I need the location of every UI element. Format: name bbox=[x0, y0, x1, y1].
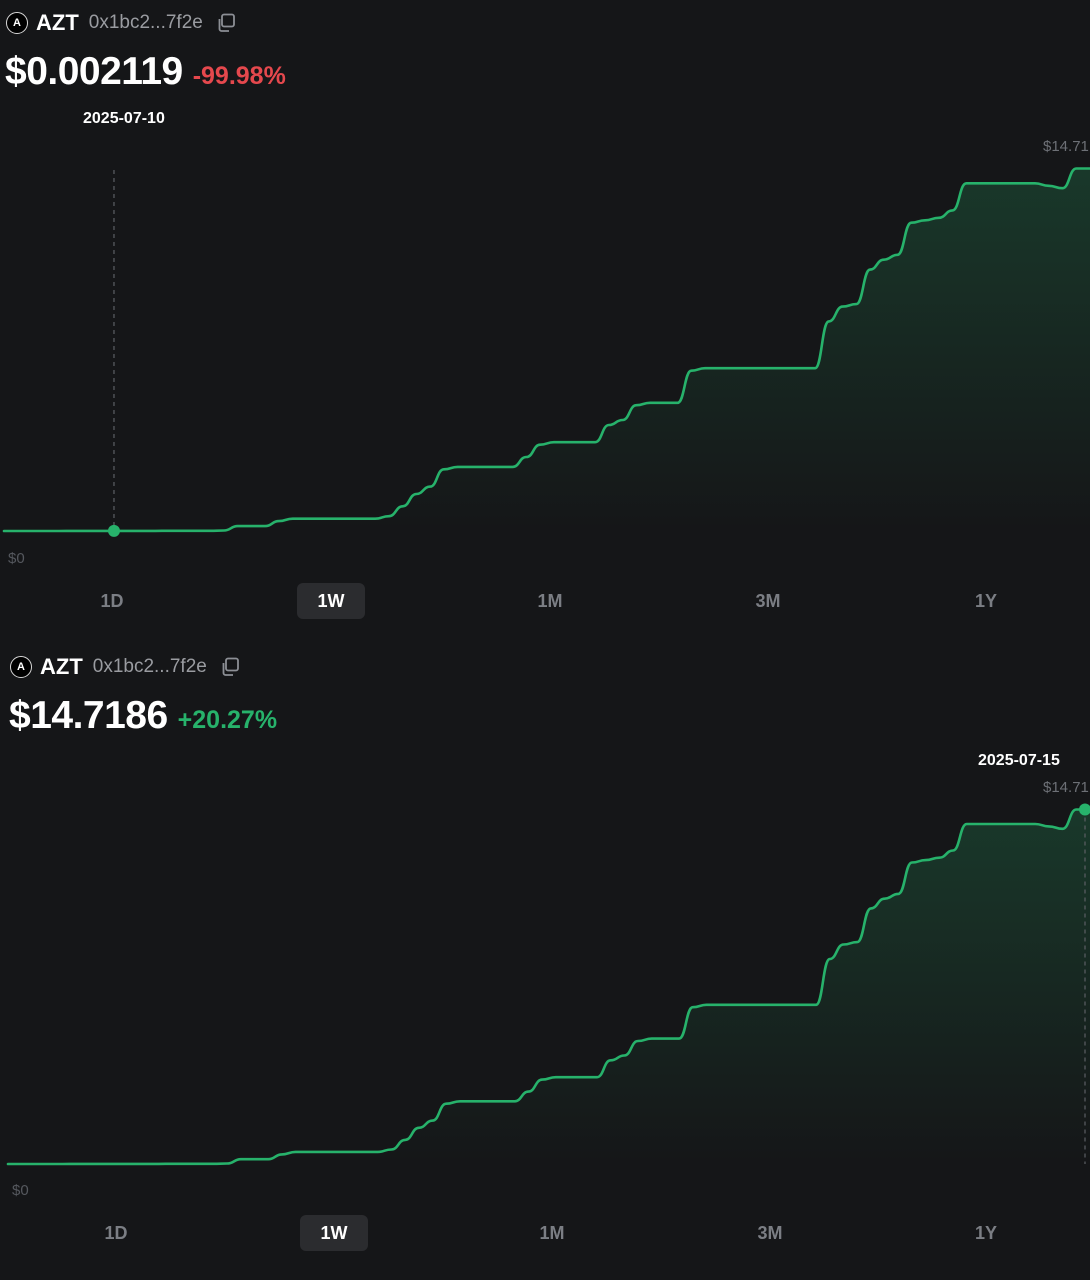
range-1d-button[interactable]: 1D bbox=[82, 1215, 150, 1251]
range-1m-button[interactable]: 1M bbox=[516, 583, 584, 619]
hover-point bbox=[107, 524, 120, 537]
range-1w-button[interactable]: 1W bbox=[297, 583, 365, 619]
price-chart-panel-1: A AZT 0x1bc2...7f2e $0.002119 -99.98% 20… bbox=[0, 0, 1090, 632]
chart-area bbox=[4, 168, 1090, 531]
range-1y-button[interactable]: 1Y bbox=[952, 583, 1020, 619]
range-selector: 1D 1W 1M 3M 1Y bbox=[0, 583, 1090, 619]
price-chart[interactable] bbox=[0, 642, 1090, 1280]
price-chart[interactable] bbox=[0, 0, 1090, 632]
range-1m-button[interactable]: 1M bbox=[518, 1215, 586, 1251]
range-3m-button[interactable]: 3M bbox=[736, 1215, 804, 1251]
price-chart-panel-2: A AZT 0x1bc2...7f2e $14.7186 +20.27% 202… bbox=[0, 642, 1090, 1280]
range-1d-button[interactable]: 1D bbox=[78, 583, 146, 619]
chart-area bbox=[8, 809, 1090, 1164]
range-1w-button[interactable]: 1W bbox=[300, 1215, 368, 1251]
range-selector: 1D 1W 1M 3M 1Y bbox=[0, 1215, 1090, 1251]
range-1y-button[interactable]: 1Y bbox=[952, 1215, 1020, 1251]
range-3m-button[interactable]: 3M bbox=[734, 583, 802, 619]
